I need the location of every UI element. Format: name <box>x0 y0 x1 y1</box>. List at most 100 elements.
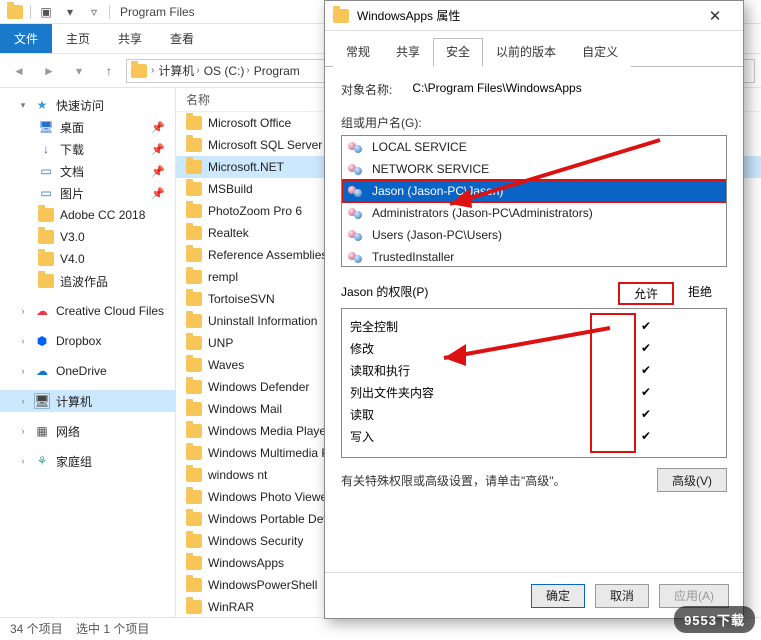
folder-icon <box>186 160 202 174</box>
users-icon <box>348 183 366 199</box>
cancel-button[interactable]: 取消 <box>595 584 649 608</box>
users-icon <box>348 249 366 265</box>
navigation-pane[interactable]: ▾★快速访问 🖥桌面📌↓下载📌▭文档📌▭图片📌Adobe CC 2018V3.0… <box>0 88 176 617</box>
nav-item[interactable]: V4.0 <box>0 248 175 270</box>
folder-icon <box>186 534 202 548</box>
column-allow: 允许 <box>619 283 673 304</box>
folder-icon <box>186 358 202 372</box>
breadcrumb: 计算机› <box>158 62 199 79</box>
nav-forward-button: ► <box>36 58 62 84</box>
ribbon-tab-share[interactable]: 共享 <box>104 24 156 53</box>
dialog-tabs: 常规共享安全以前的版本自定义 <box>325 31 743 67</box>
folder-icon <box>186 424 202 438</box>
window-title: Program Files <box>120 5 195 19</box>
user-row[interactable]: TrustedInstaller <box>342 246 726 267</box>
user-row[interactable]: Administrators (Jason-PC\Administrators) <box>342 202 726 224</box>
object-name-value: C:\Program Files\WindowsApps <box>412 81 581 98</box>
onedrive-icon: ☁ <box>34 363 50 379</box>
user-row[interactable]: Jason (Jason-PC\Jason) <box>342 180 726 202</box>
nav-item[interactable]: ↓下载📌 <box>0 138 175 160</box>
separator <box>30 5 31 19</box>
user-row[interactable]: NETWORK SERVICE <box>342 158 726 180</box>
tab-0[interactable]: 常规 <box>333 38 383 67</box>
folder-icon <box>38 207 54 223</box>
ribbon-tab-file[interactable]: 文件 <box>0 24 52 53</box>
permissions-list[interactable]: 完全控制✔修改✔读取和执行✔列出文件夹内容✔读取✔写入✔ <box>341 308 727 458</box>
folder-icon <box>186 116 202 130</box>
nav-back-button[interactable]: ◄ <box>6 58 32 84</box>
permission-row: 修改✔ <box>350 337 718 359</box>
users-icon <box>348 205 366 221</box>
user-list[interactable]: LOCAL SERVICENETWORK SERVICEJason (Jason… <box>341 135 727 267</box>
advanced-button[interactable]: 高级(V) <box>657 468 727 492</box>
folder-icon <box>186 512 202 526</box>
dialog-titlebar[interactable]: WindowsApps 属性 ✕ <box>325 1 743 31</box>
folder-icon <box>38 251 54 267</box>
chevron-right-icon[interactable]: › <box>246 65 249 76</box>
nav-recent-button[interactable]: ▾ <box>66 58 92 84</box>
tab-2[interactable]: 安全 <box>433 38 483 67</box>
checkmark-icon[interactable]: ▾ <box>61 3 79 21</box>
pin-icon: 📌 <box>151 121 171 134</box>
folder-icon <box>333 9 349 23</box>
folder-icon <box>186 556 202 570</box>
allow-check: ✔ <box>622 429 670 443</box>
folder-icon <box>186 270 202 284</box>
allow-check: ✔ <box>622 385 670 399</box>
nav-item[interactable]: ›▦网络 <box>0 420 175 442</box>
nav-quick-access[interactable]: ▾★快速访问 <box>0 94 175 116</box>
nav-item[interactable]: ▭图片📌 <box>0 182 175 204</box>
nav-up-button[interactable]: ↑ <box>96 58 122 84</box>
pin-icon: 📌 <box>151 165 171 178</box>
nav-item[interactable]: ›☁Creative Cloud Files <box>0 300 175 322</box>
dropbox-icon: ⬢ <box>34 333 50 349</box>
permission-row: 读取✔ <box>350 403 718 425</box>
monitor-icon: 🖥 <box>38 119 54 135</box>
breadcrumb: Program <box>254 64 300 78</box>
properties-icon[interactable]: ▣ <box>37 3 55 21</box>
nav-item[interactable]: ›⬢Dropbox <box>0 330 175 352</box>
nav-item[interactable]: ▭文档📌 <box>0 160 175 182</box>
folder-icon <box>186 446 202 460</box>
tab-3[interactable]: 以前的版本 <box>483 38 569 67</box>
allow-check: ✔ <box>622 341 670 355</box>
ribbon-tab-view[interactable]: 查看 <box>156 24 208 53</box>
pic-icon: ▭ <box>38 185 54 201</box>
chevron-right-icon[interactable]: › <box>196 65 199 76</box>
status-selected: 选中 1 个项目 <box>76 622 149 636</box>
watermark: 9553下载 <box>674 606 755 633</box>
user-row[interactable]: LOCAL SERVICE <box>342 136 726 158</box>
status-item-count: 34 个项目 <box>10 622 63 636</box>
nav-item[interactable]: 追波作品 <box>0 270 175 292</box>
permission-row: 列出文件夹内容✔ <box>350 381 718 403</box>
nav-item[interactable]: V3.0 <box>0 226 175 248</box>
nav-item[interactable]: ›⚘家庭组 <box>0 450 175 472</box>
folder-icon <box>186 490 202 504</box>
folder-icon <box>186 226 202 240</box>
tab-1[interactable]: 共享 <box>383 38 433 67</box>
allow-check: ✔ <box>622 319 670 333</box>
permission-row: 写入✔ <box>350 425 718 447</box>
folder-icon <box>186 138 202 152</box>
ok-button[interactable]: 确定 <box>531 584 585 608</box>
overflow-icon[interactable]: ▿ <box>85 3 103 21</box>
close-button[interactable]: ✕ <box>695 7 735 25</box>
nav-item[interactable]: 🖥桌面📌 <box>0 116 175 138</box>
chevron-right-icon[interactable]: › <box>151 65 154 76</box>
pin-icon: 📌 <box>151 143 171 156</box>
allow-check: ✔ <box>622 363 670 377</box>
folder-icon <box>186 292 202 306</box>
permission-row: 完全控制✔ <box>350 315 718 337</box>
nav-item[interactable]: Adobe CC 2018 <box>0 204 175 226</box>
nav-item[interactable]: ›☁OneDrive <box>0 360 175 382</box>
apply-button[interactable]: 应用(A) <box>659 584 729 608</box>
tab-4[interactable]: 自定义 <box>569 38 631 67</box>
folder-icon <box>38 273 54 289</box>
group-users-label: 组或用户名(G): <box>341 114 727 131</box>
doc-icon: ▭ <box>38 163 54 179</box>
user-row[interactable]: Users (Jason-PC\Users) <box>342 224 726 246</box>
folder-icon <box>131 64 147 78</box>
folder-icon <box>186 578 202 592</box>
nav-item[interactable]: ›🖥计算机 <box>0 390 175 412</box>
ribbon-tab-home[interactable]: 主页 <box>52 24 104 53</box>
